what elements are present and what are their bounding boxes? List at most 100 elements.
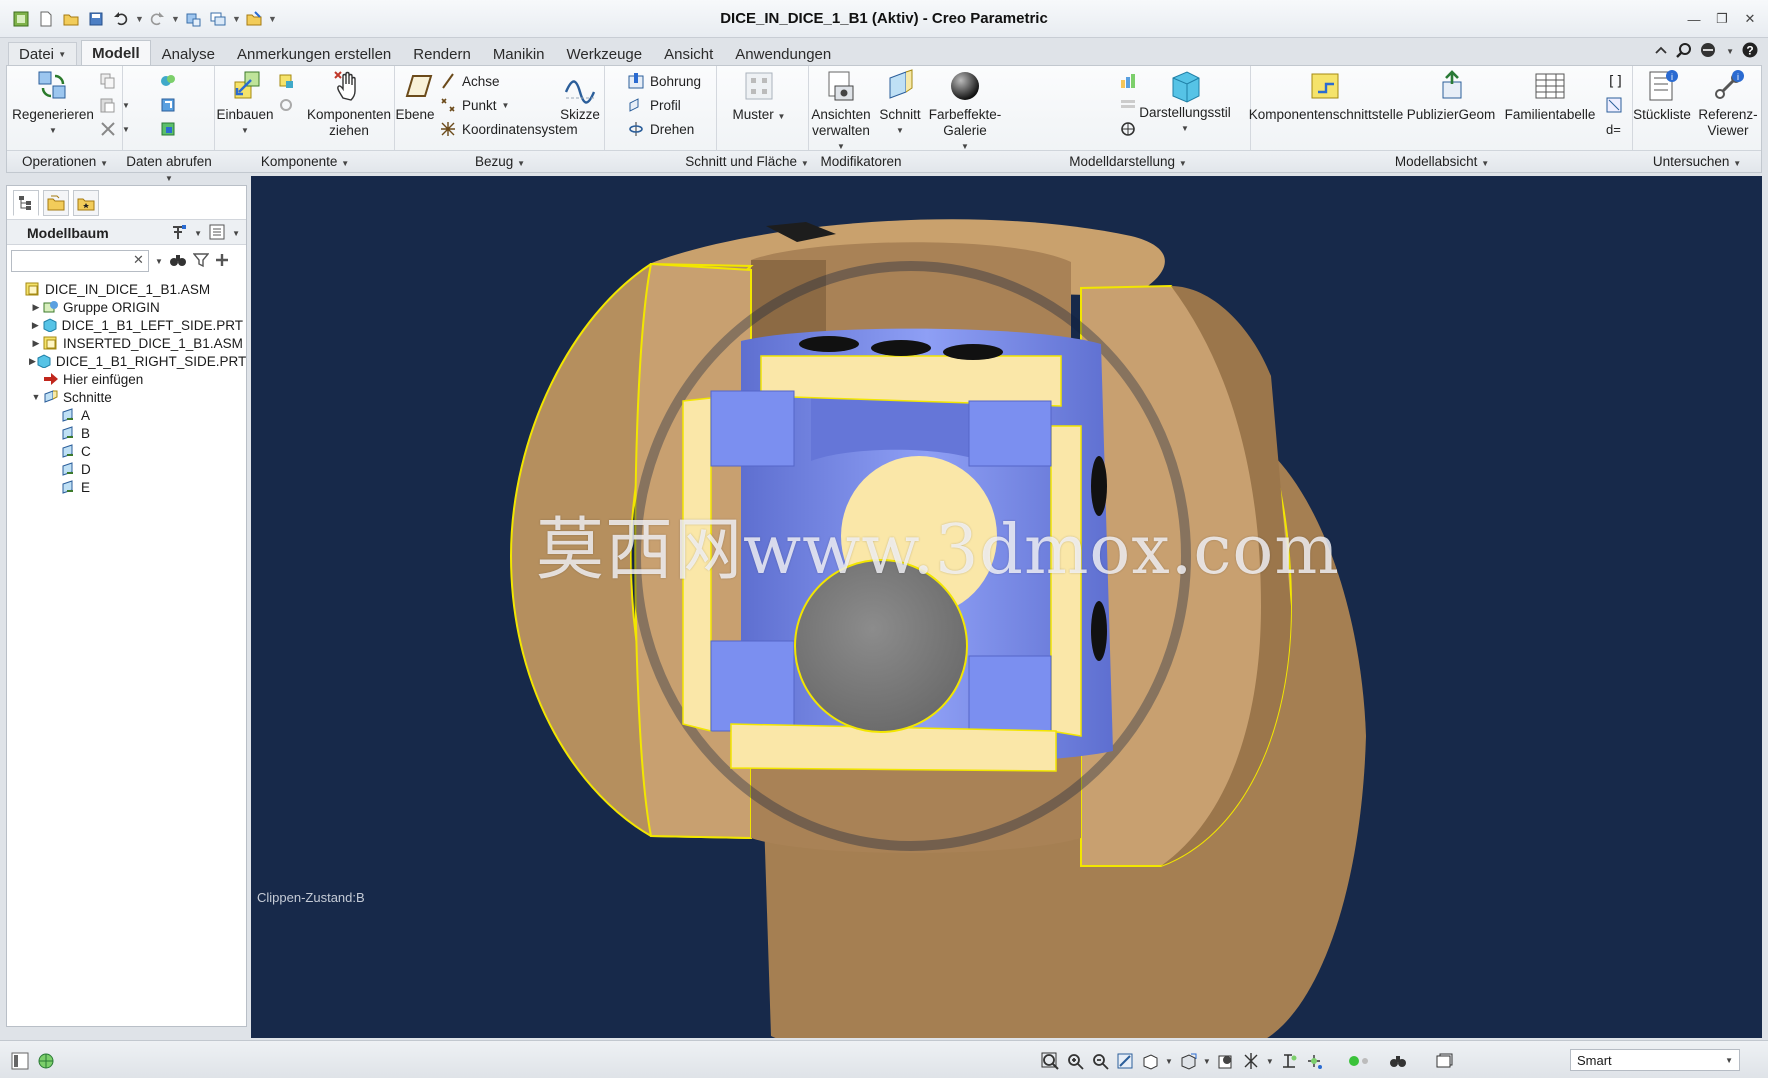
search-icon[interactable] <box>1676 42 1692 61</box>
tree-item-label: DICE_IN_DICE_1_B1.ASM <box>45 281 211 297</box>
tree-item-label: DICE_1_B1_RIGHT_SIDE.PRT <box>55 353 247 369</box>
tree-item[interactable]: DICE_IN_DICE_1_B1.ASM <box>11 280 243 298</box>
repaint-icon[interactable] <box>1115 1051 1135 1071</box>
view-manager-dropdown-icon[interactable]: ▼ <box>1203 1057 1211 1066</box>
message-light-icon[interactable] <box>1348 1051 1368 1071</box>
tab-file[interactable]: Datei ▼ <box>8 42 78 66</box>
tree-item[interactable]: B <box>11 424 243 442</box>
tree-item-label: Gruppe ORIGIN <box>63 299 160 315</box>
maximize-icon[interactable]: ❐ <box>1712 10 1732 28</box>
tree-settings-dropdown-icon[interactable]: ▼ <box>194 229 202 238</box>
tree-item-label: E <box>81 479 91 495</box>
section-icon <box>61 426 77 440</box>
saved-orientations-dropdown-icon[interactable]: ▼ <box>1165 1057 1173 1066</box>
tree-search-input[interactable] <box>11 250 149 272</box>
ribbon: Regenerieren ▼ ▼ ▼ Einbauen ▼ Komponente… <box>6 65 1762 183</box>
tree-item[interactable]: ▶ INSERTED_DICE_1_B1.ASM <box>11 334 243 352</box>
community-icon[interactable] <box>1700 42 1718 61</box>
add-icon[interactable] <box>215 253 229 270</box>
group-label-component[interactable]: Komponente ▼ <box>215 154 395 169</box>
datum-display-dropdown-icon[interactable]: ▼ <box>1266 1057 1274 1066</box>
tree-item[interactable]: D <box>11 460 243 478</box>
insert-here-icon <box>43 372 59 386</box>
favorites-tab[interactable] <box>73 190 99 216</box>
refit-icon[interactable] <box>1040 1051 1060 1071</box>
component-dropdown-icon: ▼ <box>341 159 350 168</box>
group-label-operations[interactable]: Operationen ▼ <box>7 154 123 169</box>
group-label-cut-surface-text[interactable]: Schnitt und Fläche ▼ <box>679 154 815 169</box>
sections-folder-icon <box>43 390 59 404</box>
ribbon-tabs: Datei ▼ Modell Analyse Anmerkungen erste… <box>8 40 842 66</box>
spin-center-icon[interactable] <box>1304 1051 1324 1071</box>
datum-display-icon[interactable] <box>1241 1051 1261 1071</box>
find-icon[interactable] <box>1388 1051 1408 1071</box>
tab-view[interactable]: Ansicht <box>653 42 724 66</box>
graphics-toolbar: ▼ ▼ ▼ <box>1040 1051 1454 1071</box>
group-label-model-intent[interactable]: Modellabsicht ▼ <box>1251 154 1633 169</box>
tab-render[interactable]: Rendern <box>402 42 482 66</box>
tab-tools[interactable]: Werkzeuge <box>556 42 654 66</box>
part-icon <box>42 318 58 333</box>
toggle-browser-icon[interactable] <box>36 1051 56 1071</box>
annotation-display-icon[interactable] <box>1279 1051 1299 1071</box>
search-dropdown-icon[interactable]: ▼ <box>155 257 163 266</box>
zoom-out-icon[interactable] <box>1090 1051 1110 1071</box>
tree-item[interactable]: C <box>11 442 243 460</box>
tree-settings-icon[interactable] <box>170 223 188 244</box>
tree-item-label: Schnitte <box>63 389 112 405</box>
group-label-investigate[interactable]: Untersuchen ▼ <box>1633 154 1761 169</box>
model-intent-dropdown-icon: ▼ <box>1481 159 1490 168</box>
operations-dropdown-icon: ▼ <box>100 159 108 168</box>
model-tree-header: Modellbaum ▼ ▼ <box>7 219 246 245</box>
group-label-datum[interactable]: Bezug ▼ <box>395 154 605 169</box>
graphics-window[interactable]: 莫西网www.3dmox.com Clippen-Zustand:B <box>251 176 1762 1038</box>
model-display-dropdown-icon: ▼ <box>1178 159 1187 168</box>
tab-annotate[interactable]: Anmerkungen erstellen <box>226 42 402 66</box>
tree-item[interactable]: E <box>11 478 243 496</box>
tree-item[interactable]: Hier einfügen <box>11 370 243 388</box>
tab-manikin[interactable]: Manikin <box>482 42 556 66</box>
group-label-get-data[interactable]: Daten abrufen ▼ <box>123 154 215 184</box>
search-clear-icon[interactable]: ✕ <box>133 252 144 268</box>
group-icon <box>43 300 59 314</box>
help-icon[interactable]: ? <box>1742 42 1758 61</box>
tree-item-label: C <box>81 443 91 459</box>
assembly-icon <box>25 282 41 296</box>
expand-icon[interactable]: ▶ <box>29 356 36 367</box>
tab-analysis[interactable]: Analyse <box>151 42 226 66</box>
tab-model[interactable]: Modell <box>81 40 151 66</box>
tree-item[interactable]: ▶ Gruppe ORIGIN <box>11 298 243 316</box>
model-tree-tab[interactable] <box>13 190 39 216</box>
tree-item-label: B <box>81 425 91 441</box>
tab-applications[interactable]: Anwendungen <box>724 42 842 66</box>
tree-search-row: ✕ ▼ <box>11 249 242 273</box>
tree-item[interactable]: A <box>11 406 243 424</box>
display-style-status-icon[interactable] <box>1216 1051 1236 1071</box>
selection-box-icon[interactable] <box>1434 1051 1454 1071</box>
expand-icon[interactable]: ▶ <box>29 320 42 331</box>
community-dropdown-icon[interactable]: ▼ <box>1726 47 1734 56</box>
model-view[interactable] <box>251 176 1762 1038</box>
toggle-navigator-icon[interactable] <box>10 1051 30 1071</box>
view-manager-icon[interactable] <box>1178 1051 1198 1071</box>
saved-orientations-icon[interactable] <box>1140 1051 1160 1071</box>
zoom-in-icon[interactable] <box>1065 1051 1085 1071</box>
expand-icon[interactable]: ▶ <box>29 302 43 313</box>
find-binoculars-icon[interactable] <box>169 252 187 271</box>
tree-item[interactable]: ▶ DICE_1_B1_RIGHT_SIDE.PRT <box>11 352 247 370</box>
selection-filter-select[interactable]: Smart ▼ <box>1570 1049 1740 1071</box>
clip-state-label: Clippen-Zustand:B <box>257 890 365 905</box>
folder-browser-tab[interactable] <box>43 190 69 216</box>
filter-icon[interactable] <box>192 252 210 271</box>
minimize-icon[interactable]: — <box>1684 10 1704 28</box>
tree-item[interactable]: ▶ DICE_1_B1_LEFT_SIDE.PRT <box>11 316 243 334</box>
expand-icon[interactable]: ▶ <box>29 338 43 349</box>
collapse-icon[interactable]: ▼ <box>29 392 43 402</box>
collapse-ribbon-icon[interactable] <box>1654 43 1668 60</box>
section-icon <box>61 480 77 494</box>
tree-columns-dropdown-icon[interactable]: ▼ <box>232 229 240 238</box>
tree-columns-icon[interactable] <box>208 223 226 244</box>
tree-item[interactable]: ▼ Schnitte <box>11 388 243 406</box>
ribbon-right-controls: ▼ ? <box>1654 42 1758 61</box>
close-icon[interactable]: ✕ <box>1740 10 1760 28</box>
